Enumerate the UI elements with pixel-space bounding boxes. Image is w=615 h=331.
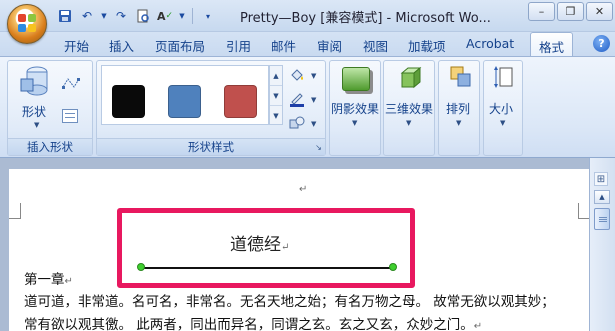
scroll-up-button[interactable]: ▲: [594, 190, 610, 204]
chevron-down-icon: ▼: [311, 96, 317, 104]
style-swatch-blue[interactable]: [168, 85, 201, 118]
gallery-scroll: ▲ ▼ ▼: [269, 65, 283, 125]
tab-mailings[interactable]: 邮件: [271, 36, 296, 55]
tab-insert[interactable]: 插入: [109, 36, 134, 55]
arrange-button[interactable]: 排列 ▼: [439, 61, 481, 139]
edit-shape-icon[interactable]: [60, 75, 82, 93]
shape-style-gallery: [101, 65, 269, 125]
shapes-button[interactable]: 形状 ▼: [14, 63, 58, 135]
ribbon-tabs: 开始 插入 页面布局 引用 邮件 审阅 视图 加载项 Acrobat 格式: [0, 32, 615, 56]
tab-add-ins[interactable]: 加载项: [408, 36, 446, 55]
threed-effects-button[interactable]: 三维效果 ▼: [384, 61, 436, 139]
crop-mark: [20, 203, 21, 219]
size-button[interactable]: 大小 ▼: [484, 61, 524, 139]
paragraph-mark: ↵: [299, 184, 308, 195]
crop-mark: [578, 203, 579, 219]
window-controls: – ❐ ✕: [528, 2, 613, 21]
threed-effects-group: 三维效果 ▼: [383, 60, 435, 156]
office-button[interactable]: [7, 4, 47, 44]
shadow-effects-group: 阴影效果 ▼: [329, 60, 381, 156]
ribbon: 形状 ▼ 插入形状 ▲ ▼ ▼ ▼ ▼ ▼ 形状样式 ↘ 阴影效果 ▼ 三维效果…: [0, 56, 615, 158]
chevron-down-icon: ▼: [311, 72, 317, 80]
scroll-thumb[interactable]: [594, 208, 610, 230]
chevron-down-icon: ▼: [456, 119, 462, 127]
tab-acrobat[interactable]: Acrobat: [466, 36, 514, 51]
shapes-label: 形状: [22, 105, 47, 119]
redo-icon[interactable]: ↷: [112, 7, 130, 25]
crop-mark: [9, 218, 21, 219]
minimize-button[interactable]: –: [528, 2, 555, 21]
window-title: Pretty—Boy [兼容模式] - Microsoft Wo...: [240, 11, 491, 26]
style-swatch-black[interactable]: [112, 85, 145, 118]
arrange-label: 排列: [446, 102, 471, 116]
help-icon[interactable]: ?: [593, 35, 610, 52]
shapes-icon: [20, 66, 48, 96]
restore-button[interactable]: ❐: [557, 2, 584, 21]
change-shape-button[interactable]: ▼: [289, 115, 319, 133]
chevron-down-icon: ▼: [352, 119, 358, 127]
undo-icon[interactable]: ↶: [78, 7, 96, 25]
fill-color-button[interactable]: ▼: [289, 67, 319, 85]
shadow-effects-label: 阴影效果: [331, 102, 380, 116]
quick-access-toolbar: ↶ ▼ ↷ A ✓ ▼ ▾: [56, 7, 217, 25]
gallery-up-button[interactable]: ▲: [270, 66, 282, 86]
crop-mark: [578, 218, 589, 219]
tab-page-layout[interactable]: 页面布局: [155, 36, 205, 55]
shadow-effects-button[interactable]: 阴影效果 ▼: [330, 61, 382, 139]
threed-cube-icon: [400, 66, 422, 89]
vertical-scrollbar[interactable]: ⊞ ▲: [589, 158, 615, 331]
gallery-more-button[interactable]: ▼: [270, 106, 282, 126]
dropdown-arrow-icon[interactable]: ▼: [100, 7, 108, 25]
print-preview-icon[interactable]: [134, 7, 152, 25]
toolbar-divider: [192, 8, 193, 24]
customize-icon[interactable]: ▾: [199, 7, 217, 25]
chevron-down-icon: ▼: [311, 120, 317, 128]
paint-bucket-icon: [291, 69, 303, 81]
arrange-icon: [450, 66, 471, 87]
tab-format[interactable]: 格式: [530, 32, 574, 56]
selected-line-shape[interactable]: [142, 267, 394, 269]
style-swatch-red[interactable]: [224, 85, 257, 118]
size-group: 大小 ▼: [483, 60, 523, 156]
chevron-down-icon: ▼: [500, 119, 506, 127]
tab-references[interactable]: 引用: [226, 36, 251, 55]
line-start-handle[interactable]: [137, 263, 145, 271]
change-shape-icon: [289, 116, 305, 129]
document-heading: 道德经↵: [230, 235, 290, 255]
tab-view[interactable]: 视图: [363, 36, 388, 55]
save-icon[interactable]: [56, 7, 74, 25]
shape-styles-group: ▲ ▼ ▼ ▼ ▼ ▼ 形状样式 ↘: [96, 60, 326, 156]
tab-home[interactable]: 开始: [64, 36, 89, 55]
chevron-down-icon: ▼: [406, 119, 412, 127]
insert-shape-group-label: 插入形状: [8, 138, 92, 155]
line-end-handle[interactable]: [389, 263, 397, 271]
shadow-effects-icon: [342, 67, 370, 91]
shape-styles-group-label: 形状样式 ↘: [97, 138, 325, 155]
chevron-down-icon: ▼: [34, 121, 40, 129]
dialog-launcher-icon[interactable]: ↘: [314, 143, 323, 152]
pen-icon: [290, 93, 304, 107]
title-bar: ↶ ▼ ↷ A ✓ ▼ ▾ Pretty—Boy [兼容模式] - Microso…: [0, 0, 615, 32]
dropdown-arrow-icon[interactable]: ▼: [178, 7, 186, 25]
size-label: 大小: [489, 102, 514, 116]
arrange-group: 排列 ▼: [438, 60, 480, 156]
gallery-down-button[interactable]: ▼: [270, 86, 282, 106]
spelling-icon[interactable]: A ✓: [156, 7, 174, 25]
line-color-button[interactable]: ▼: [289, 91, 319, 109]
office-logo-icon: [18, 14, 38, 34]
insert-shape-group: 形状 ▼ 插入形状: [7, 60, 93, 156]
tab-review[interactable]: 审阅: [317, 36, 342, 55]
body-line-1: 道可道，非常道。名可名，非常名。无名天地之始；有名万物之母。 故常无欲以观其妙；: [24, 294, 555, 310]
size-icon: [494, 66, 513, 88]
ruler-toggle-icon[interactable]: ⊞: [594, 172, 608, 186]
body-line-2: 常有欲以观其徼。 此两者，同出而异名，同谓之玄。玄之又玄，众妙之门。↵: [24, 317, 483, 331]
chapter-title: 第一章↵: [24, 272, 73, 288]
close-button[interactable]: ✕: [586, 2, 613, 21]
text-box-icon[interactable]: [62, 109, 78, 123]
threed-effects-label: 三维效果: [385, 102, 434, 116]
